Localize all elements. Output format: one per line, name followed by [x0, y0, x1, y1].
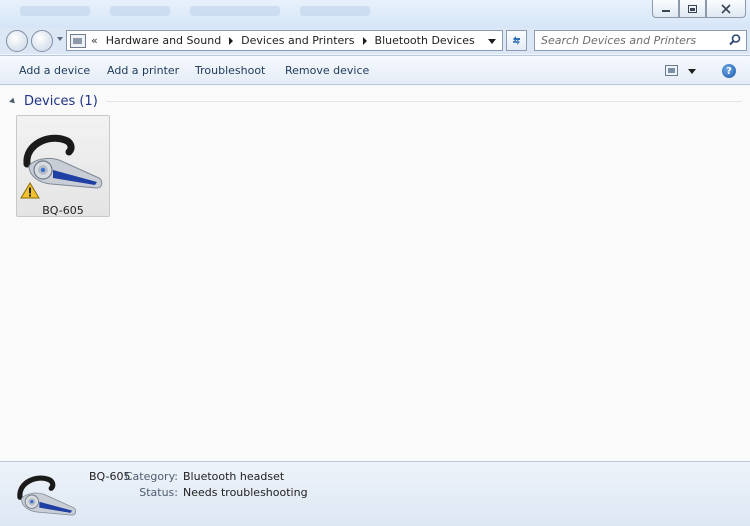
breadcrumb-hardware-and-sound[interactable]: Hardware and Sound [106, 34, 221, 47]
breadcrumb-overflow[interactable]: « [91, 34, 98, 47]
blurred-tab [300, 6, 370, 16]
change-view-icon[interactable] [665, 65, 678, 76]
help-button[interactable]: ? [722, 64, 736, 78]
recent-pages-dropdown-icon[interactable] [57, 37, 63, 41]
address-bar[interactable]: « Hardware and Sound Devices and Printer… [66, 30, 503, 51]
address-history-dropdown-icon[interactable] [488, 39, 496, 44]
device-tile-bq-605[interactable]: BQ-605 [16, 115, 110, 217]
view-options-dropdown-icon[interactable] [688, 69, 696, 74]
close-icon [721, 3, 731, 14]
group-title: Devices (1) [24, 94, 98, 109]
devices-view: Devices (1) BQ-605 [0, 86, 750, 461]
bluetooth-headset-icon [17, 475, 76, 516]
status-label: Status: [139, 486, 178, 499]
close-button[interactable] [706, 0, 746, 18]
troubleshoot-button[interactable]: Troubleshoot [195, 64, 265, 77]
add-device-button[interactable]: Add a device [19, 64, 90, 77]
breadcrumb-separator-icon[interactable] [229, 36, 234, 45]
minimize-icon [661, 9, 670, 12]
breadcrumb-separator-icon[interactable] [362, 36, 367, 45]
remove-device-button[interactable]: Remove device [285, 64, 369, 77]
devices-group-header[interactable]: Devices (1) [9, 94, 742, 109]
back-button[interactable] [6, 30, 28, 52]
restore-icon [688, 4, 697, 13]
add-printer-button[interactable]: Add a printer [107, 64, 179, 77]
refresh-button[interactable] [506, 30, 527, 51]
blurred-tab [190, 6, 280, 16]
blurred-tab [20, 6, 90, 16]
search-icon[interactable] [728, 33, 742, 47]
device-name: BQ-605 [42, 204, 84, 217]
window-title-bar [0, 0, 750, 28]
breadcrumb-bluetooth-devices[interactable]: Bluetooth Devices [375, 34, 475, 47]
forward-button[interactable] [31, 30, 53, 52]
category-label: Category: [124, 470, 178, 483]
breadcrumb-devices-and-printers[interactable]: Devices and Printers [241, 34, 354, 47]
blurred-tab [110, 6, 170, 16]
minimize-button[interactable] [652, 0, 679, 18]
command-bar: Add a device Add a printer Troubleshoot … [0, 55, 750, 85]
navigation-bar: « Hardware and Sound Devices and Printer… [0, 28, 750, 54]
search-input[interactable]: Search Devices and Printers [534, 30, 747, 51]
warning-icon [20, 182, 40, 199]
status-value: Needs troubleshooting [183, 486, 308, 499]
refresh-icon [513, 36, 520, 45]
restore-button[interactable] [679, 0, 706, 18]
devices-folder-icon [70, 33, 86, 48]
group-divider [105, 101, 742, 102]
category-value: Bluetooth headset [183, 470, 285, 483]
collapse-group-icon[interactable] [9, 97, 17, 106]
search-placeholder: Search Devices and Printers [541, 34, 697, 47]
window-controls [652, 0, 746, 18]
details-pane: BQ-605 Category: Bluetooth headset Statu… [0, 461, 750, 526]
